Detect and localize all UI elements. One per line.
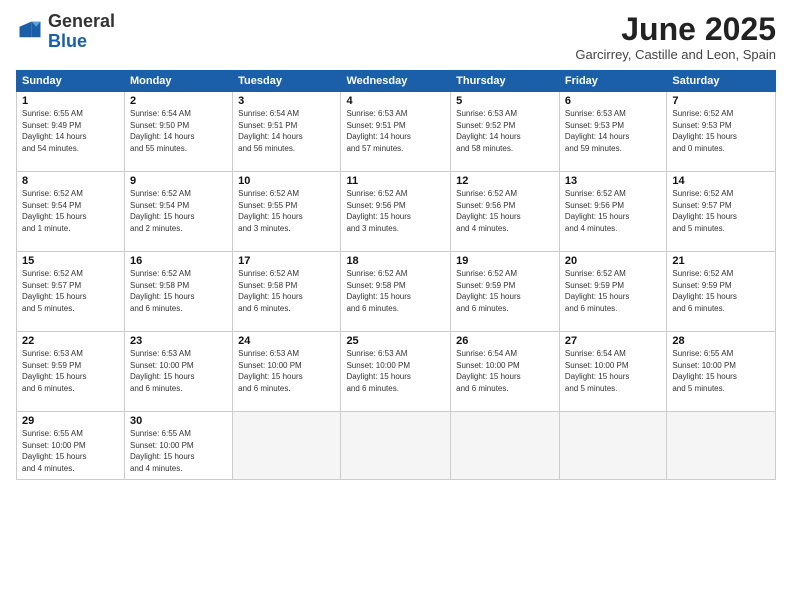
empty-cell — [559, 412, 666, 480]
day-26: 26Sunrise: 6:54 AMSunset: 10:00 PMDaylig… — [451, 332, 560, 412]
col-wednesday: Wednesday — [341, 71, 451, 92]
day-16: 16Sunrise: 6:52 AMSunset: 9:58 PMDayligh… — [124, 252, 232, 332]
day-22: 22Sunrise: 6:53 AMSunset: 9:59 PMDayligh… — [17, 332, 125, 412]
day-30: 30Sunrise: 6:55 AMSunset: 10:00 PMDaylig… — [124, 412, 232, 480]
day-5: 5Sunrise: 6:53 AMSunset: 9:52 PMDaylight… — [451, 92, 560, 172]
day-24: 24Sunrise: 6:53 AMSunset: 10:00 PMDaylig… — [233, 332, 341, 412]
day-21: 21Sunrise: 6:52 AMSunset: 9:59 PMDayligh… — [667, 252, 776, 332]
empty-cell — [667, 412, 776, 480]
week-row-3: 15Sunrise: 6:52 AMSunset: 9:57 PMDayligh… — [17, 252, 776, 332]
page: General Blue June 2025 Garcirrey, Castil… — [0, 0, 792, 612]
logo-blue: Blue — [48, 31, 87, 51]
day-20: 20Sunrise: 6:52 AMSunset: 9:59 PMDayligh… — [559, 252, 666, 332]
subtitle: Garcirrey, Castille and Leon, Spain — [575, 47, 776, 62]
day-2: 2Sunrise: 6:54 AMSunset: 9:50 PMDaylight… — [124, 92, 232, 172]
day-9: 9Sunrise: 6:52 AMSunset: 9:54 PMDaylight… — [124, 172, 232, 252]
day-15: 15Sunrise: 6:52 AMSunset: 9:57 PMDayligh… — [17, 252, 125, 332]
day-17: 17Sunrise: 6:52 AMSunset: 9:58 PMDayligh… — [233, 252, 341, 332]
day-4: 4Sunrise: 6:53 AMSunset: 9:51 PMDaylight… — [341, 92, 451, 172]
header-row: Sunday Monday Tuesday Wednesday Thursday… — [17, 71, 776, 92]
week-row-5: 29Sunrise: 6:55 AMSunset: 10:00 PMDaylig… — [17, 412, 776, 480]
col-sunday: Sunday — [17, 71, 125, 92]
day-1: 1Sunrise: 6:55 AMSunset: 9:49 PMDaylight… — [17, 92, 125, 172]
logo-general: General — [48, 11, 115, 31]
day-23: 23Sunrise: 6:53 AMSunset: 10:00 PMDaylig… — [124, 332, 232, 412]
day-14: 14Sunrise: 6:52 AMSunset: 9:57 PMDayligh… — [667, 172, 776, 252]
month-title: June 2025 — [575, 12, 776, 47]
empty-cell — [233, 412, 341, 480]
col-thursday: Thursday — [451, 71, 560, 92]
day-28: 28Sunrise: 6:55 AMSunset: 10:00 PMDaylig… — [667, 332, 776, 412]
logo-icon — [16, 18, 44, 46]
day-6: 6Sunrise: 6:53 AMSunset: 9:53 PMDaylight… — [559, 92, 666, 172]
day-3: 3Sunrise: 6:54 AMSunset: 9:51 PMDaylight… — [233, 92, 341, 172]
col-monday: Monday — [124, 71, 232, 92]
day-8: 8Sunrise: 6:52 AMSunset: 9:54 PMDaylight… — [17, 172, 125, 252]
day-19: 19Sunrise: 6:52 AMSunset: 9:59 PMDayligh… — [451, 252, 560, 332]
day-13: 13Sunrise: 6:52 AMSunset: 9:56 PMDayligh… — [559, 172, 666, 252]
day-11: 11Sunrise: 6:52 AMSunset: 9:56 PMDayligh… — [341, 172, 451, 252]
week-row-2: 8Sunrise: 6:52 AMSunset: 9:54 PMDaylight… — [17, 172, 776, 252]
col-tuesday: Tuesday — [233, 71, 341, 92]
col-friday: Friday — [559, 71, 666, 92]
day-12: 12Sunrise: 6:52 AMSunset: 9:56 PMDayligh… — [451, 172, 560, 252]
logo-text: General Blue — [48, 12, 115, 52]
day-27: 27Sunrise: 6:54 AMSunset: 10:00 PMDaylig… — [559, 332, 666, 412]
week-row-1: 1Sunrise: 6:55 AMSunset: 9:49 PMDaylight… — [17, 92, 776, 172]
day-7: 7Sunrise: 6:52 AMSunset: 9:53 PMDaylight… — [667, 92, 776, 172]
title-block: June 2025 Garcirrey, Castille and Leon, … — [575, 12, 776, 62]
logo: General Blue — [16, 12, 115, 52]
day-25: 25Sunrise: 6:53 AMSunset: 10:00 PMDaylig… — [341, 332, 451, 412]
day-10: 10Sunrise: 6:52 AMSunset: 9:55 PMDayligh… — [233, 172, 341, 252]
header: General Blue June 2025 Garcirrey, Castil… — [16, 12, 776, 62]
day-18: 18Sunrise: 6:52 AMSunset: 9:58 PMDayligh… — [341, 252, 451, 332]
week-row-4: 22Sunrise: 6:53 AMSunset: 9:59 PMDayligh… — [17, 332, 776, 412]
day-29: 29Sunrise: 6:55 AMSunset: 10:00 PMDaylig… — [17, 412, 125, 480]
empty-cell — [451, 412, 560, 480]
empty-cell — [341, 412, 451, 480]
col-saturday: Saturday — [667, 71, 776, 92]
calendar: Sunday Monday Tuesday Wednesday Thursday… — [16, 70, 776, 480]
